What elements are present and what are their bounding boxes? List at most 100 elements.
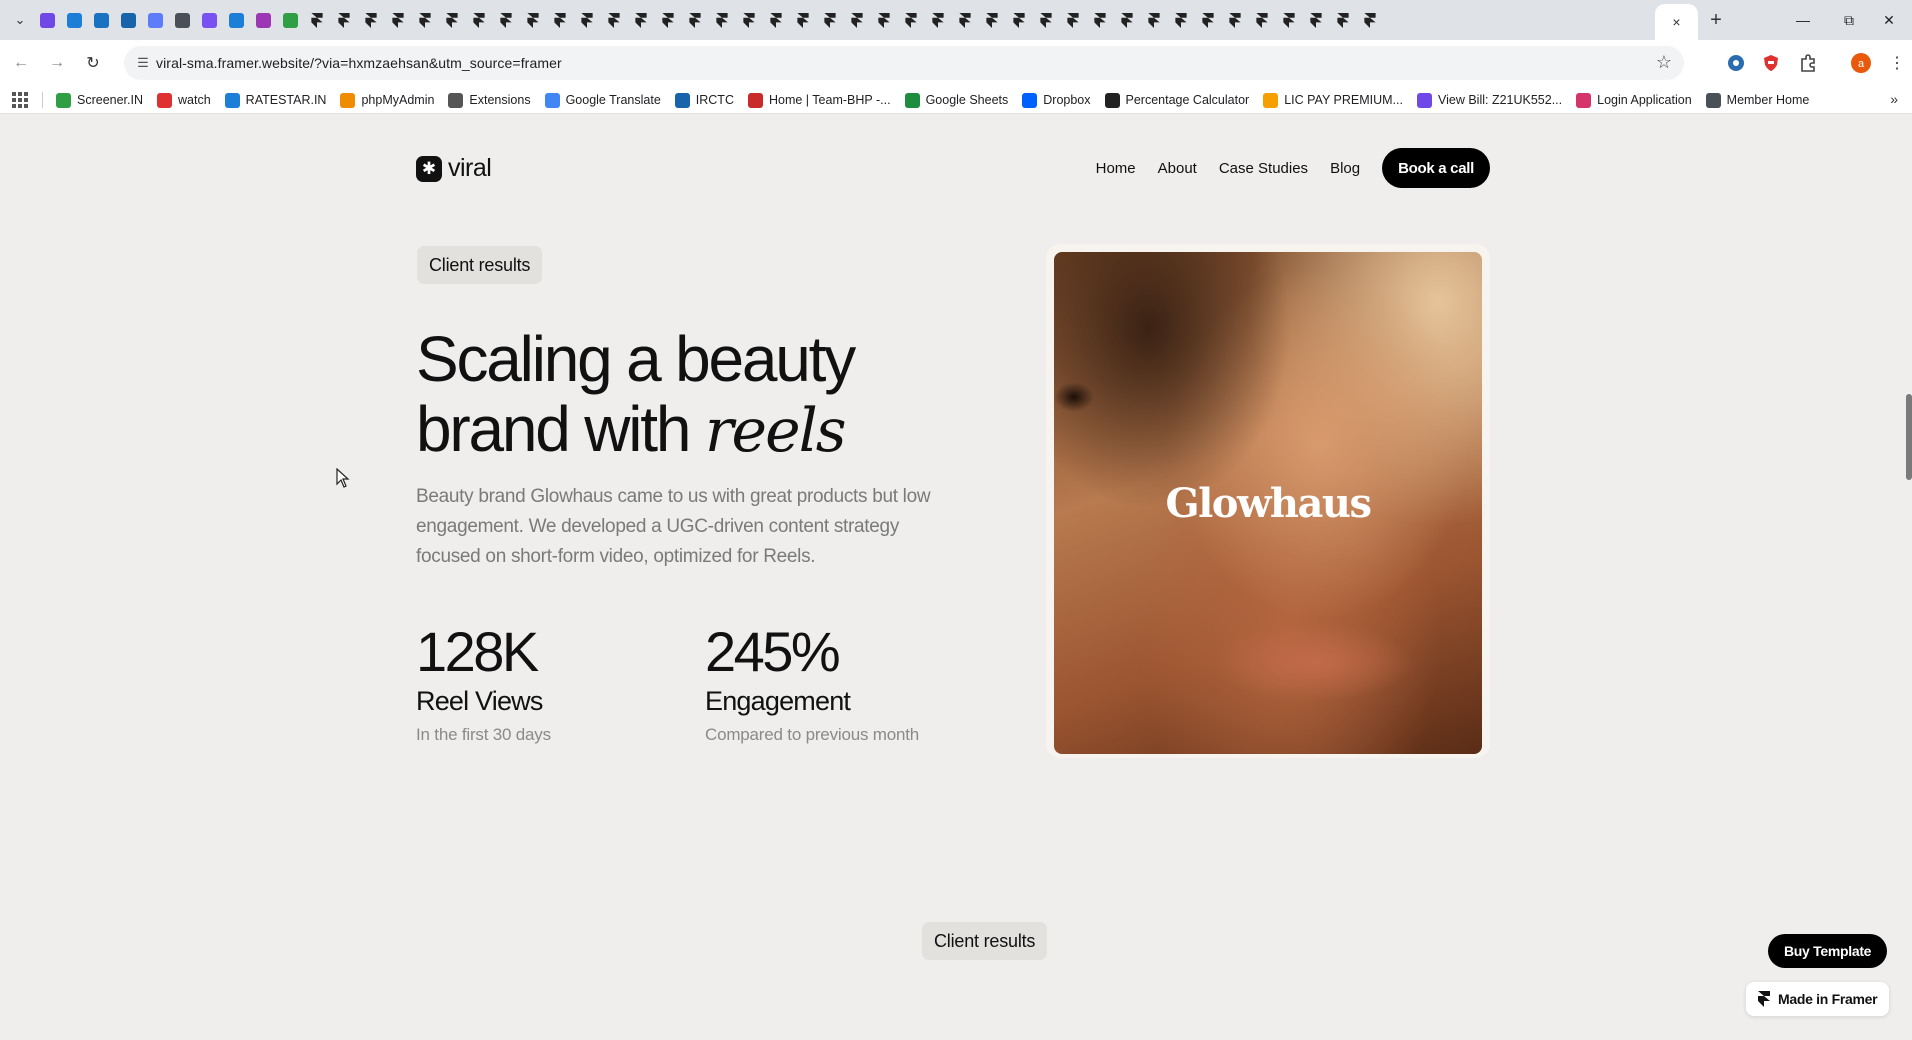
site-info-icon[interactable]: ☰ (134, 54, 152, 72)
page-scrollbar[interactable] (1904, 114, 1912, 1040)
pinned-tab[interactable] (333, 8, 355, 32)
pinned-tab[interactable] (360, 8, 382, 32)
bookmark-item[interactable]: Member Home (1705, 92, 1810, 108)
bookmarks-more-icon[interactable]: » (1890, 91, 1898, 107)
pinned-tab[interactable] (954, 8, 976, 32)
nav-blog-link[interactable]: Blog (1330, 160, 1360, 177)
pinned-tab[interactable] (1116, 8, 1138, 32)
pinned-tab[interactable] (414, 8, 436, 32)
menu-dots-icon[interactable]: ⋮ (1886, 52, 1908, 74)
pinned-tab[interactable] (117, 8, 139, 32)
bookmark-item[interactable]: Extensions (448, 92, 531, 108)
pinned-tab[interactable] (1332, 8, 1354, 32)
reload-icon[interactable]: ↻ (80, 50, 106, 76)
pinned-tab[interactable] (171, 8, 193, 32)
pinned-tab[interactable] (792, 8, 814, 32)
extension-icon[interactable] (1725, 52, 1747, 74)
puzzle-icon[interactable] (1797, 52, 1819, 74)
pinned-tab[interactable] (36, 8, 58, 32)
bookmark-item[interactable]: RATESTAR.IN (224, 92, 326, 108)
profile-avatar[interactable]: a (1850, 52, 1872, 74)
pinned-tab[interactable] (1008, 8, 1030, 32)
pinned-tab[interactable] (144, 8, 166, 32)
bookmark-favicon-icon (1263, 92, 1279, 108)
minimize-icon[interactable]: — (1780, 0, 1826, 40)
bookmark-label: Member Home (1726, 93, 1810, 107)
pinned-tab[interactable] (765, 8, 787, 32)
pinned-tab[interactable] (63, 8, 85, 32)
bookmark-item[interactable]: watch (157, 92, 211, 108)
nav-case-studies-link[interactable]: Case Studies (1219, 160, 1308, 177)
back-arrow-icon[interactable]: ← (8, 50, 34, 76)
site-logo[interactable]: ✱ viral (416, 154, 492, 183)
pinned-tab[interactable] (684, 8, 706, 32)
close-window-icon[interactable]: ✕ (1866, 0, 1912, 40)
pinned-tab[interactable] (981, 8, 1003, 32)
bookmark-item[interactable]: Percentage Calculator (1104, 92, 1249, 108)
pinned-tab[interactable] (90, 8, 112, 32)
bookmark-item[interactable]: Login Application (1576, 92, 1692, 108)
stat-engagement: 245% Engagement Compared to previous mon… (705, 622, 919, 745)
pinned-tab[interactable] (576, 8, 598, 32)
pinned-tab[interactable] (387, 8, 409, 32)
bookmark-star-icon[interactable]: ☆ (1656, 52, 1672, 73)
url-text[interactable]: viral-sma.framer.website/?via=hxmzaehsan… (156, 55, 562, 71)
pinned-tab[interactable] (900, 8, 922, 32)
pinned-tab[interactable] (711, 8, 733, 32)
bookmark-item[interactable]: Dropbox (1022, 92, 1091, 108)
pinned-tab[interactable] (1170, 8, 1192, 32)
bookmark-item[interactable]: View Bill: Z21UK552... (1416, 92, 1562, 108)
pinned-tab[interactable] (1305, 8, 1327, 32)
bookmark-item[interactable]: Google Translate (544, 92, 661, 108)
pinned-tab[interactable] (441, 8, 463, 32)
pinned-tab[interactable] (1359, 8, 1381, 32)
pinned-tab[interactable] (252, 8, 274, 32)
address-bar[interactable]: ☰ viral-sma.framer.website/?via=hxmzaehs… (124, 46, 1684, 80)
pinned-tab[interactable] (1035, 8, 1057, 32)
pinned-tab[interactable] (1062, 8, 1084, 32)
buy-template-button[interactable]: Buy Template (1768, 934, 1888, 968)
pinned-tab[interactable] (495, 8, 517, 32)
bookmark-item[interactable]: phpMyAdmin (340, 92, 434, 108)
book-a-call-button[interactable]: Book a call (1382, 148, 1490, 188)
mouse-cursor-icon (336, 468, 350, 488)
pinned-tab[interactable] (1143, 8, 1165, 32)
pinned-tab[interactable] (279, 8, 301, 32)
close-tab-icon[interactable]: × (1672, 14, 1680, 30)
pinned-tab[interactable] (1197, 8, 1219, 32)
pinned-tab[interactable] (1251, 8, 1273, 32)
pinned-tab[interactable] (603, 8, 625, 32)
pinned-tab[interactable] (630, 8, 652, 32)
made-in-framer-button[interactable]: Made in Framer (1746, 982, 1890, 1016)
scrollbar-thumb[interactable] (1906, 394, 1912, 480)
pinned-tab[interactable] (198, 8, 220, 32)
bookmark-item[interactable]: LIC PAY PREMIUM... (1263, 92, 1403, 108)
pinned-tab[interactable] (306, 8, 328, 32)
tab-search-icon[interactable]: ⌄ (8, 8, 32, 32)
shield-extension-icon[interactable] (1760, 52, 1782, 74)
pinned-tab[interactable] (657, 8, 679, 32)
pinned-tab[interactable] (1278, 8, 1300, 32)
pinned-tab[interactable] (846, 8, 868, 32)
pinned-tab[interactable] (468, 8, 490, 32)
pinned-tab[interactable] (1224, 8, 1246, 32)
pinned-tab[interactable] (927, 8, 949, 32)
pinned-tab[interactable] (819, 8, 841, 32)
pinned-tab[interactable] (522, 8, 544, 32)
nav-home-link[interactable]: Home (1096, 160, 1136, 177)
bookmark-item[interactable]: Screener.IN (56, 92, 143, 108)
apps-grid-icon[interactable] (12, 92, 28, 108)
pinned-tab[interactable] (225, 8, 247, 32)
bookmark-item[interactable]: Home | Team-BHP -... (747, 92, 891, 108)
bookmark-item[interactable]: IRCTC (674, 92, 734, 108)
framer-favicon-icon (1202, 12, 1214, 28)
pinned-tab[interactable] (873, 8, 895, 32)
pinned-tab[interactable] (1089, 8, 1111, 32)
pinned-tab[interactable] (549, 8, 571, 32)
pinned-tab[interactable] (738, 8, 760, 32)
active-tab[interactable]: × (1655, 4, 1698, 40)
new-tab-button[interactable]: + (1704, 8, 1728, 32)
forward-arrow-icon[interactable]: → (44, 50, 70, 76)
bookmark-item[interactable]: Google Sheets (904, 92, 1008, 108)
nav-about-link[interactable]: About (1158, 160, 1197, 177)
